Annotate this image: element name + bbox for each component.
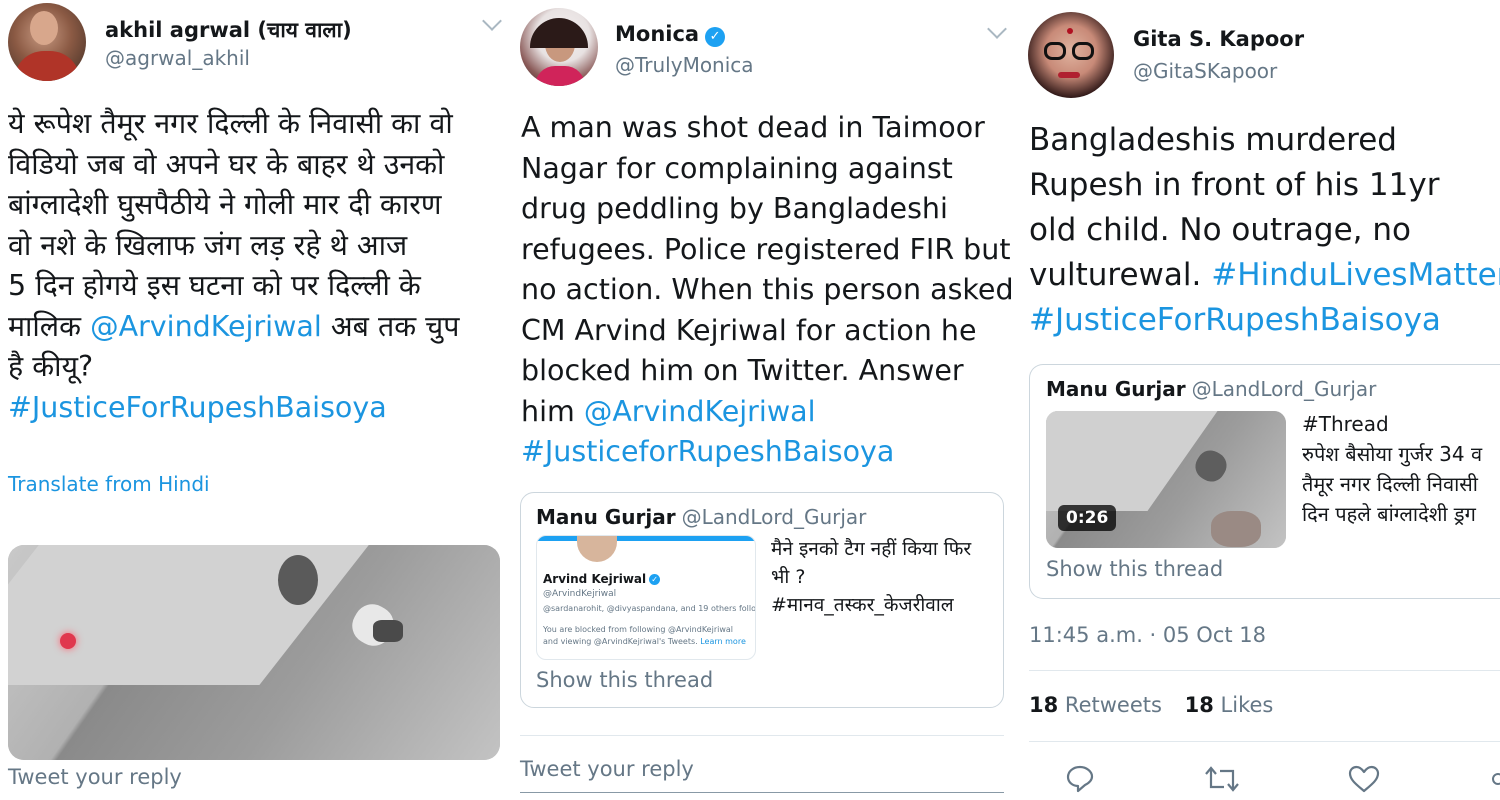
divider — [1029, 670, 1500, 671]
likes-count: 18 — [1184, 693, 1214, 717]
mention-link[interactable]: @ArvindKejriwal — [90, 310, 322, 343]
tweet-line: 5 दिन होगये इस घटना को पर दिल्ली के — [8, 269, 421, 302]
show-thread-link[interactable]: Show this thread — [1046, 557, 1223, 581]
screenshot-name: Arvind Kejriwal ✓ — [543, 572, 661, 586]
quoted-tweet[interactable]: Manu Gurjar @LandLord_Gurjar 0:26 #Thread… — [1029, 364, 1500, 599]
verified-badge-icon: ✓ — [649, 574, 661, 585]
tweet-line: है कीयू? — [8, 350, 94, 383]
tweet-line: वो नशे के खिलाफ जंग लड़ रहे थे आज — [8, 228, 408, 262]
tweet-line: no action. When this person asked — [521, 273, 1014, 306]
quoted-line: दिन पहले बांग्लादेशी ड्रग — [1302, 502, 1476, 526]
quoted-video[interactable]: 0:26 — [1046, 411, 1286, 548]
divider — [1029, 741, 1500, 742]
hashtag-link[interactable]: #HinduLivesMatter — [1211, 257, 1500, 293]
share-icon[interactable] — [1488, 768, 1500, 790]
quoted-handle: @LandLord_Gurjar — [1191, 377, 1377, 401]
tweet-text: A man was shot dead in Taimoor Nagar for… — [521, 108, 1014, 473]
translate-link[interactable]: Translate from Hindi — [8, 472, 210, 496]
reply-icon[interactable] — [1064, 763, 1096, 795]
quoted-image[interactable]: Arvind Kejriwal ✓ @ArvindKejriwal @sardan… — [536, 535, 756, 660]
reply-underline — [520, 792, 1004, 793]
reply-input[interactable]: Tweet your reply — [520, 757, 694, 781]
quoted-text: #Thread रुपेश बैसोया गुर्जर 34 व तैमूर न… — [1302, 409, 1482, 529]
like-icon[interactable] — [1347, 763, 1381, 795]
author-name[interactable]: Monica ✓ — [615, 22, 726, 47]
divider — [520, 735, 1004, 736]
quoted-name: Manu Gurjar — [536, 505, 676, 529]
tweet-panel-akhil: akhil agrwal (चाय वाला) @agrwal_akhil ये… — [0, 0, 510, 800]
hashtag-link[interactable]: #JusticeforRupeshBaisoya — [521, 432, 1014, 473]
retweets-label: Retweets — [1064, 693, 1162, 717]
tweet-line: बांग्लादेशी घुसपैठीये ने गोली मार दी कार… — [8, 188, 442, 221]
reply-input[interactable]: Tweet your reply — [8, 765, 182, 789]
quoted-author[interactable]: Manu Gurjar @LandLord_Gurjar — [536, 505, 866, 529]
screenshot-name-text: Arvind Kejriwal — [543, 572, 647, 586]
tweet-line: refugees. Police registered FIR but — [521, 232, 1011, 266]
author-handle[interactable]: @agrwal_akhil — [105, 46, 250, 70]
tweet-line: old child. No outrage, no — [1029, 212, 1412, 248]
avatar-akhil[interactable] — [8, 3, 86, 81]
quoted-tweet[interactable]: Manu Gurjar @LandLord_Gurjar Arvind Kejri… — [520, 492, 1004, 708]
tweet-line: vulturewal. #HinduLivesMatter — [1029, 253, 1500, 298]
tweet-line: Bangladeshis murdered — [1029, 122, 1397, 158]
tweet-line: Rupesh in front of his 11yr — [1029, 167, 1440, 203]
tweet-panel-gita: Gita S. Kapoor @GitaSKapoor Bangladeshis… — [1020, 0, 1500, 800]
tweet-timestamp[interactable]: 11:45 a.m. · 05 Oct 18 — [1029, 623, 1266, 647]
retweets-count: 18 — [1029, 693, 1059, 717]
text-span: मालिक — [8, 309, 91, 343]
verified-badge-icon: ✓ — [705, 27, 726, 47]
tweet-panel-monica: Monica ✓ @TrulyMonica A man was shot dead… — [510, 0, 1020, 800]
author-handle[interactable]: @TrulyMonica — [615, 53, 754, 77]
quoted-line: #Thread — [1302, 412, 1389, 436]
screenshot-blocked-notice: You are blocked from following @ArvindKe… — [543, 624, 748, 648]
avatar-gita[interactable] — [1028, 12, 1114, 98]
author-name[interactable]: akhil agrwal (चाय वाला) — [105, 16, 352, 44]
quoted-line: तैमूर नगर दिल्ली निवासी — [1302, 472, 1478, 496]
quoted-line: मैने इनको टैग नहीं किया फिर — [771, 538, 972, 560]
tweet-text: Bangladeshis murdered Rupesh in front of… — [1029, 118, 1500, 343]
tweet-line: CM Arvind Kejriwal for action he — [521, 313, 977, 347]
retweet-icon[interactable] — [1204, 763, 1240, 795]
avatar-monica[interactable] — [520, 8, 598, 86]
mention-link[interactable]: @ArvindKejriwal — [584, 395, 816, 428]
retweets-stat[interactable]: 18 Retweets — [1029, 693, 1162, 717]
screenshot-header-bar — [537, 536, 755, 541]
tweet-line: ये रूपेश तैमूर नगर दिल्ली के निवासी का व… — [8, 107, 453, 140]
screenshot-handle: @ArvindKejriwal — [543, 589, 617, 599]
video-duration: 0:26 — [1058, 505, 1117, 531]
tweet-line: विडियो जब वो अपने घर के बाहर थे उनको — [8, 147, 445, 181]
quoted-name: Manu Gurjar — [1046, 377, 1186, 401]
show-thread-link[interactable]: Show this thread — [536, 668, 713, 692]
quoted-line: भी ? — [771, 566, 806, 588]
tweet-text: ये रूपेश तैमूर नगर दिल्ली के निवासी का व… — [8, 104, 459, 428]
screenshot-avatar — [577, 536, 617, 562]
text-span: अब तक चुप — [321, 309, 460, 343]
screenshot-followed-by: @sardanarohit, @divyaspandana, and 19 ot… — [543, 604, 756, 613]
author-name[interactable]: Gita S. Kapoor — [1133, 27, 1304, 51]
tweet-line: मालिक @ArvindKejriwal अब तक चुप — [8, 307, 459, 348]
tweet-line: Nagar for complaining against — [521, 151, 953, 185]
author-name-text: Monica — [615, 22, 700, 46]
quoted-text: मैने इनको टैग नहीं किया फिर भी ? #मानव_त… — [771, 535, 971, 619]
quoted-author[interactable]: Manu Gurjar @LandLord_Gurjar — [1046, 377, 1376, 401]
text-span: him — [521, 394, 584, 428]
tweet-line: him @ArvindKejriwal — [521, 392, 1014, 433]
quoted-line: रुपेश बैसोया गुर्जर 34 व — [1302, 442, 1483, 466]
tweet-stats: 18 Retweets 18 Likes — [1029, 693, 1273, 717]
hashtag-link[interactable]: #JusticeForRupeshBaisoya — [8, 388, 459, 429]
hashtag-link[interactable]: #JusticeForRupeshBaisoya — [1029, 298, 1500, 343]
text-span: vulturewal. — [1029, 257, 1212, 293]
likes-label: Likes — [1220, 693, 1274, 717]
quoted-handle: @LandLord_Gurjar — [681, 505, 867, 529]
tweet-video[interactable] — [8, 545, 500, 760]
learn-more-link: Learn more — [700, 637, 746, 646]
chevron-down-icon[interactable] — [987, 19, 1007, 39]
tweet-line: drug peddling by Bangladeshi — [521, 192, 948, 225]
chevron-down-icon[interactable] — [482, 11, 502, 31]
tweet-line: A man was shot dead in Taimoor — [521, 111, 985, 144]
tweet-line: blocked him on Twitter. Answer — [521, 354, 964, 387]
quoted-line: #मानव_तस्कर_केजरीवाल — [771, 594, 954, 616]
likes-stat[interactable]: 18 Likes — [1185, 693, 1274, 717]
author-handle[interactable]: @GitaSKapoor — [1133, 59, 1277, 83]
